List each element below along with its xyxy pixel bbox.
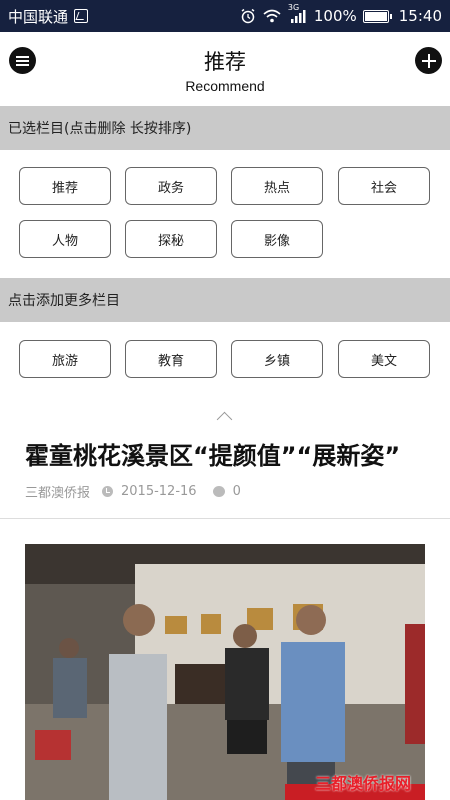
battery-icon (362, 9, 392, 23)
sim-icon (74, 9, 89, 23)
more-section-header: 点击添加更多栏目 (0, 278, 450, 322)
page-title: 推荐 (204, 50, 246, 74)
chip-selected[interactable]: 影像 (231, 220, 323, 258)
selected-chip-grid: 推荐 政务 热点 社会 人物 探秘 影像 (0, 150, 450, 278)
photo-illustration (25, 544, 425, 800)
chip-selected[interactable]: 社会 (338, 167, 430, 205)
chip-available[interactable]: 乡镇 (231, 340, 323, 378)
signal-icon: 3G (288, 3, 308, 24)
carrier-label: 中国联通 (8, 7, 69, 26)
article-title[interactable]: 霍童桃花溪景区“提颜值”“展新姿” (25, 436, 435, 471)
more-chip-grid: 旅游 教育 乡镇 美文 (0, 322, 450, 402)
photo-watermark: 三都澳侨报网 (314, 774, 411, 793)
comment-icon (212, 486, 225, 497)
alarm-icon (241, 8, 255, 24)
article-meta: 三都澳侨报 2015-12-16 0 (25, 482, 241, 501)
chevron-up-icon[interactable] (216, 411, 233, 428)
chip-selected[interactable]: 政务 (125, 167, 217, 205)
add-button[interactable] (415, 47, 442, 74)
chip-available[interactable]: 教育 (125, 340, 217, 378)
clock-icon (102, 486, 114, 497)
article-date: 2015-12-16 (121, 484, 197, 499)
status-left: 中国联通 (8, 6, 89, 27)
selected-section-label: 已选栏目(点击删除 长按排序) (8, 121, 192, 137)
comment-count: 0 (232, 484, 241, 499)
chip-selected[interactable]: 人物 (19, 220, 111, 258)
clock-time: 15:40 (398, 7, 442, 25)
chip-available[interactable]: 美文 (338, 340, 430, 378)
article-source: 三都澳侨报 (25, 486, 91, 501)
chip-available[interactable]: 旅游 (19, 340, 111, 378)
status-bar: 中国联通 3G 100% 15:40 (0, 0, 450, 32)
battery-percent: 100% (313, 7, 357, 25)
app-header: 推荐 Recommend (0, 32, 450, 104)
network-type: 3G (287, 3, 300, 12)
selected-section-header: 已选栏目(点击删除 长按排序) (0, 106, 450, 150)
chip-selected[interactable]: 探秘 (125, 220, 217, 258)
chip-selected[interactable]: 热点 (231, 167, 323, 205)
article-photo[interactable]: 三都澳侨报网 (25, 544, 425, 800)
more-section-label: 点击添加更多栏目 (8, 293, 120, 309)
page-subtitle: Recommend (185, 78, 265, 94)
plus-icon (421, 53, 436, 68)
status-right: 3G 100% 15:40 (240, 3, 442, 25)
wifi-icon (263, 9, 281, 23)
divider (0, 518, 450, 519)
chip-selected[interactable]: 推荐 (19, 167, 111, 205)
